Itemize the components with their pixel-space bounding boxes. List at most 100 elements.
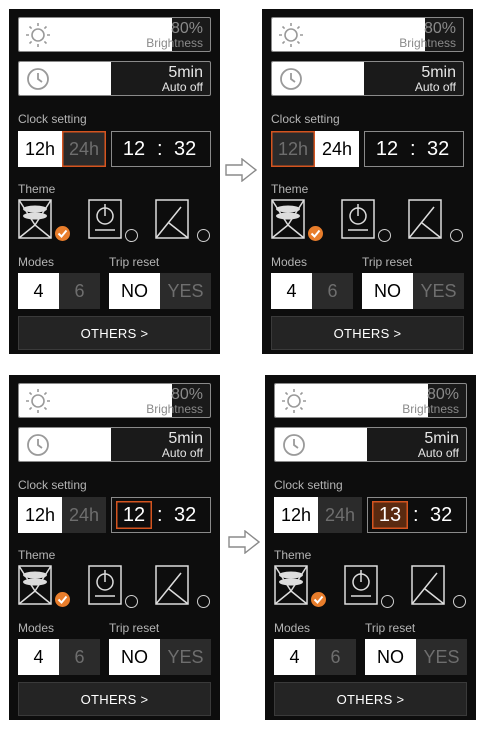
- theme-radio-3[interactable]: [197, 595, 210, 608]
- modes-option-4[interactable]: 4: [271, 273, 312, 309]
- modes-option-4[interactable]: 4: [18, 639, 59, 675]
- time-colon: :: [410, 138, 416, 160]
- others-button[interactable]: OTHERS >: [18, 682, 211, 716]
- modes-option-6[interactable]: 6: [59, 639, 100, 675]
- modes-label: Modes: [18, 255, 55, 269]
- time-colon: :: [413, 504, 419, 526]
- time-display[interactable]: 13 : 32: [367, 497, 467, 533]
- minute-field[interactable]: 32: [427, 138, 449, 161]
- theme-radio-2[interactable]: [381, 595, 394, 608]
- minute-field[interactable]: 32: [430, 504, 452, 527]
- theme-label: Theme: [18, 182, 56, 196]
- theme-icon-3[interactable]: [411, 565, 445, 605]
- brightness-value: 80%: [170, 386, 203, 403]
- auto-off-label: Auto off: [161, 80, 203, 94]
- brightness-slider[interactable]: 80% Brightness: [274, 383, 467, 418]
- auto-off-value: 5min: [421, 64, 456, 81]
- theme-radio-2[interactable]: [125, 595, 138, 608]
- brightness-label: Brightness: [146, 402, 203, 416]
- clock-12h-option[interactable]: 12h: [18, 497, 62, 533]
- minute-field[interactable]: 32: [174, 138, 196, 161]
- brightness-value: 80%: [423, 20, 456, 37]
- others-button[interactable]: OTHERS >: [274, 682, 467, 716]
- theme-radio-3[interactable]: [450, 229, 463, 242]
- time-display[interactable]: 12 : 32: [111, 131, 211, 167]
- theme-icon-2[interactable]: [341, 199, 375, 239]
- trip-reset-no[interactable]: NO: [109, 273, 160, 309]
- minute-field[interactable]: 32: [174, 504, 196, 527]
- clock-setting-label: Clock setting: [18, 478, 87, 492]
- modes-option-6[interactable]: 6: [315, 639, 356, 675]
- hour-field[interactable]: 12: [369, 135, 405, 163]
- trip-reset-yes[interactable]: YES: [160, 273, 211, 309]
- theme-icon-2[interactable]: [88, 565, 122, 605]
- modes-option-4[interactable]: 4: [18, 273, 59, 309]
- theme-icon-1[interactable]: [271, 199, 305, 239]
- clock-24h-option[interactable]: 24h: [318, 497, 362, 533]
- brightness-slider[interactable]: 80% Brightness: [18, 17, 211, 52]
- brightness-slider[interactable]: 80% Brightness: [271, 17, 464, 52]
- brightness-slider[interactable]: 80% Brightness: [18, 383, 211, 418]
- arrow-right-icon: [228, 530, 260, 554]
- modes-label: Modes: [271, 255, 308, 269]
- auto-off-slider[interactable]: 5min Auto off: [18, 61, 211, 96]
- time-display[interactable]: 12 : 32: [364, 131, 464, 167]
- trip-reset-yes[interactable]: YES: [413, 273, 464, 309]
- trip-reset-no[interactable]: NO: [362, 273, 413, 309]
- trip-reset-label: Trip reset: [365, 621, 416, 635]
- clock-12h-option[interactable]: 12h: [18, 131, 62, 167]
- clock-24h-option[interactable]: 24h: [62, 131, 106, 167]
- settings-screen-1: 80% Brightness 5min Auto off Clock setti…: [9, 9, 220, 354]
- clock-24h-option[interactable]: 24h: [315, 131, 359, 167]
- clock-12h-option[interactable]: 12h: [271, 131, 315, 167]
- auto-off-slider[interactable]: 5min Auto off: [18, 427, 211, 462]
- theme-icon-3[interactable]: [155, 199, 189, 239]
- auto-off-slider[interactable]: 5min Auto off: [271, 61, 464, 96]
- check-icon: [55, 592, 70, 607]
- hour-field[interactable]: 12: [116, 501, 152, 529]
- check-icon: [311, 592, 326, 607]
- theme-radio-2[interactable]: [125, 229, 138, 242]
- modes-option-6[interactable]: 6: [59, 273, 100, 309]
- theme-label: Theme: [271, 182, 309, 196]
- theme-icon-1[interactable]: [274, 565, 308, 605]
- clock-setting-label: Clock setting: [18, 112, 87, 126]
- auto-off-slider[interactable]: 5min Auto off: [274, 427, 467, 462]
- hour-field[interactable]: 12: [116, 135, 152, 163]
- clock-24h-option[interactable]: 24h: [62, 497, 106, 533]
- brightness-label: Brightness: [399, 36, 456, 50]
- theme-icon-3[interactable]: [408, 199, 442, 239]
- trip-reset-yes[interactable]: YES: [416, 639, 467, 675]
- theme-icon-1[interactable]: [18, 565, 52, 605]
- arrow-right-icon: [225, 158, 257, 182]
- clock-icon: [283, 434, 305, 456]
- auto-off-label: Auto off: [414, 80, 456, 94]
- theme-icon-2[interactable]: [88, 199, 122, 239]
- hour-field[interactable]: 13: [372, 501, 408, 529]
- theme-icon-3[interactable]: [155, 565, 189, 605]
- others-button[interactable]: OTHERS >: [271, 316, 464, 350]
- others-button[interactable]: OTHERS >: [18, 316, 211, 350]
- theme-icon-1[interactable]: [18, 199, 52, 239]
- trip-reset-yes[interactable]: YES: [160, 639, 211, 675]
- theme-icon-2[interactable]: [344, 565, 378, 605]
- modes-option-6[interactable]: 6: [312, 273, 353, 309]
- auto-off-label: Auto off: [417, 446, 459, 460]
- brightness-label: Brightness: [402, 402, 459, 416]
- theme-radio-2[interactable]: [378, 229, 391, 242]
- clock-12h-option[interactable]: 12h: [274, 497, 318, 533]
- settings-screen-3: 80% Brightness 5min Auto off Clock setti…: [9, 375, 220, 720]
- trip-reset-label: Trip reset: [109, 621, 160, 635]
- settings-screen-2: 80% Brightness 5min Auto off Clock setti…: [262, 9, 473, 354]
- time-display[interactable]: 12 : 32: [111, 497, 211, 533]
- modes-label: Modes: [18, 621, 55, 635]
- sun-icon: [26, 389, 50, 413]
- clock-icon: [27, 68, 49, 90]
- theme-radio-3[interactable]: [453, 595, 466, 608]
- trip-reset-no[interactable]: NO: [109, 639, 160, 675]
- theme-radio-3[interactable]: [197, 229, 210, 242]
- auto-off-value: 5min: [168, 64, 203, 81]
- trip-reset-no[interactable]: NO: [365, 639, 416, 675]
- sun-icon: [279, 23, 303, 47]
- modes-option-4[interactable]: 4: [274, 639, 315, 675]
